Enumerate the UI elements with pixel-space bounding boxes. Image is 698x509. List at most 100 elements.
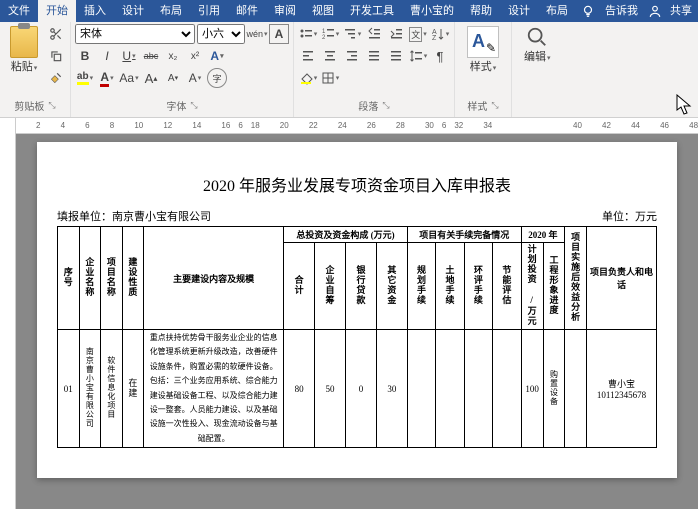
strike-button[interactable]: abc (141, 46, 161, 66)
sort-button[interactable]: AZ (430, 24, 450, 44)
tab-devtools[interactable]: 开发工具 (342, 0, 402, 22)
styles-launcher[interactable]: ⤡ (491, 100, 498, 111)
shading-button[interactable] (298, 68, 318, 88)
font-size-select[interactable]: 小六 (197, 24, 245, 44)
align-left-icon (301, 49, 315, 63)
th-ent: 企业名称 (83, 257, 96, 297)
copy-button[interactable] (46, 46, 66, 66)
show-marks-button[interactable]: ¶ (430, 46, 450, 66)
tab-review[interactable]: 审阅 (266, 0, 304, 22)
tab-mailings[interactable]: 邮件 (228, 0, 266, 22)
borders-button[interactable] (320, 68, 340, 88)
styles-button[interactable]: A✎ 样式 (459, 24, 507, 96)
paragraph-launcher[interactable]: ⤡ (382, 100, 389, 111)
superscript-button[interactable]: x² (185, 46, 205, 66)
shrink-font-button[interactable]: A▾ (163, 68, 183, 88)
cell-env[interactable] (464, 330, 492, 448)
tab-references[interactable]: 引用 (190, 0, 228, 22)
cell-proj[interactable]: 软件信息化项目 (106, 356, 117, 419)
change-case-button[interactable]: A (185, 68, 205, 88)
bold-button[interactable]: B (75, 46, 95, 66)
highlight-color-button[interactable]: ab (75, 68, 95, 88)
share-button[interactable]: 共享 (668, 0, 694, 22)
tab-insert[interactable]: 插入 (76, 0, 114, 22)
multilevel-icon (343, 27, 357, 41)
line-spacing-button[interactable] (408, 46, 428, 66)
decrease-indent-button[interactable] (364, 24, 384, 44)
page: 2020 年服务业发展专项资金项目入库申报表 填报单位：南京曹小宝有限公司 单位… (37, 142, 677, 478)
align-right-button[interactable] (342, 46, 362, 66)
th-plan: 规划手续 (415, 265, 428, 305)
tab-help[interactable]: 帮助 (462, 0, 500, 22)
th-land: 土地手续 (443, 265, 456, 305)
tab-view[interactable]: 视图 (304, 0, 342, 22)
align-center-button[interactable] (320, 46, 340, 66)
cell-content[interactable]: 重点扶持优势骨干服务业企业的信息化管理系统更新升级改造，改善硬件设施条件，购置必… (144, 330, 284, 448)
tab-file[interactable]: 文件 (0, 0, 38, 22)
cut-button[interactable] (46, 24, 66, 44)
unit-label: 单位：万元 (602, 208, 657, 224)
cell-image[interactable]: 购置设备 (549, 370, 560, 406)
grow-font-button[interactable]: A▴ (141, 68, 161, 88)
paste-button[interactable]: 粘贴 (4, 24, 44, 96)
tab-design2[interactable]: 设计 (500, 0, 538, 22)
borders-icon (321, 71, 335, 85)
char-shading-button[interactable]: Aa (119, 68, 139, 88)
search-icon (526, 26, 548, 48)
distributed-button[interactable] (386, 46, 406, 66)
subscript-button[interactable]: x₂ (163, 46, 183, 66)
table-row[interactable]: 01 南京曹小宝有限公司 软件信息化项目 在建 重点扶持优势骨干服务业企业的信息… (58, 330, 657, 448)
th-proj: 项目名称 (105, 257, 118, 297)
bullets-button[interactable] (298, 24, 318, 44)
cell-nature[interactable]: 在建 (126, 378, 139, 398)
enclose-char-button[interactable]: 字 (207, 68, 227, 88)
cell-ent[interactable]: 南京曹小宝有限公司 (84, 347, 95, 428)
asian-layout-button[interactable]: 文 (408, 24, 428, 44)
document-title: 2020 年服务业发展专项资金项目入库申报表 (57, 172, 657, 196)
font-name-select[interactable]: 宋体 (75, 24, 195, 44)
cell-energy[interactable] (493, 330, 521, 448)
font-color-button[interactable]: A (97, 68, 117, 88)
document-area[interactable]: 2468101214166182022242628306323440424446… (16, 118, 698, 509)
find-button[interactable]: 编辑 (516, 24, 559, 111)
cell-seq[interactable]: 01 (58, 330, 80, 448)
cell-other[interactable]: 30 (376, 330, 407, 448)
report-table[interactable]: 序号 企业名称 项目名称 建设性质 主要建设内容及规模 总投资及资金构成 (万元… (57, 226, 657, 448)
group-styles: A✎ 样式 样式⤡ (455, 22, 512, 117)
cell-contact[interactable]: 曹小宝10112345678 (587, 330, 657, 448)
align-justify-button[interactable] (364, 46, 384, 66)
cell-bank[interactable]: 0 (346, 330, 377, 448)
font-launcher[interactable]: ⤡ (190, 100, 197, 111)
svg-text:2: 2 (322, 35, 326, 41)
share-icon (648, 4, 662, 18)
text-effects-button[interactable]: A (207, 46, 227, 66)
indent-icon (389, 27, 403, 41)
cell-self[interactable]: 50 (315, 330, 346, 448)
tab-home[interactable]: 开始 (38, 0, 76, 22)
multilevel-list-button[interactable] (342, 24, 362, 44)
format-painter-button[interactable] (46, 68, 66, 88)
tab-addin[interactable]: 曹小宝的 (402, 0, 462, 22)
character-border-button[interactable]: A (269, 24, 289, 44)
th-energy: 节能评估 (500, 265, 513, 305)
cell-plan[interactable] (407, 330, 435, 448)
cell-plan-invest[interactable]: 100 (521, 330, 543, 448)
phonetic-guide-button[interactable]: wén (247, 24, 267, 44)
cell-total[interactable]: 80 (284, 330, 315, 448)
italic-button[interactable]: I (97, 46, 117, 66)
cell-land[interactable] (436, 330, 464, 448)
tab-layout2[interactable]: 布局 (538, 0, 576, 22)
cell-benefit[interactable] (565, 330, 587, 448)
increase-indent-button[interactable] (386, 24, 406, 44)
brush-icon (49, 71, 63, 85)
clipboard-launcher[interactable]: ⤡ (48, 100, 55, 111)
tab-design[interactable]: 设计 (114, 0, 152, 22)
numbering-button[interactable]: 12 (320, 24, 340, 44)
underline-button[interactable]: U (119, 46, 139, 66)
align-left-button[interactable] (298, 46, 318, 66)
horizontal-ruler[interactable]: 2468101214166182022242628306323440424446… (16, 118, 698, 134)
tell-me-search[interactable]: 告诉我 (601, 0, 642, 22)
group-clipboard: 粘贴 剪贴板⤡ (0, 22, 71, 117)
tab-layout[interactable]: 布局 (152, 0, 190, 22)
styles-icon: A✎ (467, 26, 499, 58)
